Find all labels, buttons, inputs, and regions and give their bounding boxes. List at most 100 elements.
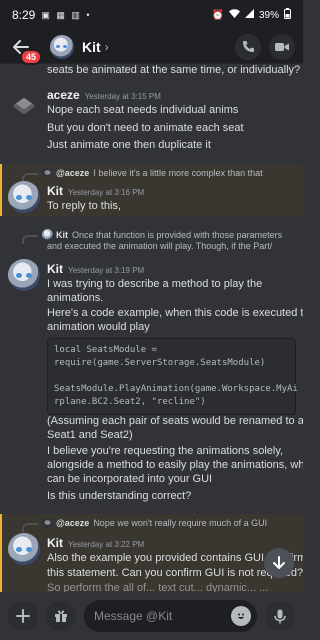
reply-author: Kit [56,229,68,240]
phone-icon [242,41,254,52]
video-call-button[interactable] [269,33,295,60]
reply-preview[interactable]: @aceze Nope we won't really require much… [22,517,267,528]
avatar [42,517,53,528]
message-timestamp: Yesterday at 3:22 PM [68,540,145,549]
message-text: Is this understanding correct? [47,490,192,502]
unread-badge: 45 [20,48,43,65]
gift-button[interactable] [46,601,76,631]
message-timestamp: Yesterday at 3:15 PM [84,92,161,101]
message-group-mention: @aceze Nope we won't really require much… [0,514,303,592]
cube-icon [43,519,52,526]
message-author[interactable]: Kit Yesterday at 3:16 PM [47,184,144,198]
message-text: To reply to this, [47,200,121,212]
avatar[interactable] [8,181,40,213]
message-input[interactable]: Message @Kit [84,600,257,632]
author-name[interactable]: Kit [47,536,63,550]
status-bar: 8:29 ▣ ▦ ▥ • ⏰ 39% [0,0,303,30]
message-author[interactable]: aceze Yesterday at 3:15 PM [47,88,161,102]
author-name[interactable]: Kit [47,262,63,276]
status-time: 8:29 [12,8,36,22]
reply-author: @aceze [56,167,90,178]
code-block[interactable]: local SeatsModule = require(game.ServerSt… [47,338,298,415]
signal-icon [244,9,254,21]
page-title[interactable]: Kit [82,39,101,55]
composer: Message @Kit [0,592,303,640]
avatar[interactable] [8,90,40,122]
arrow-down-icon [273,556,285,570]
alarm-icon: ⏰ [211,9,224,21]
avatar-eye [63,44,67,48]
back-button[interactable]: 45 [8,34,43,65]
voice-call-button[interactable] [235,33,261,60]
avatar [42,167,53,178]
message-text: can be incorporated into your GUI [47,473,213,485]
message-text: Here's a code example, when this code is… [47,307,303,319]
avatar[interactable] [8,259,40,291]
chevron-right-icon[interactable]: › [105,40,109,54]
message-text: Nope each seat needs individual anims [47,104,239,116]
reply-text: Nope we won't really require much of a G… [93,517,268,528]
chat-screen: 8:29 ▣ ▦ ▥ • ⏰ 39% 45 Kit › seats be ani… [0,0,303,640]
message-author[interactable]: Kit Yesterday at 3:22 PM [47,536,144,550]
message-text: I was trying to describe a method to pla… [47,278,263,290]
message-text: Seat1 and Seat2) [47,429,133,441]
message-timestamp: Yesterday at 3:16 PM [68,188,145,197]
battery-icon [284,8,291,22]
message-timestamp: Yesterday at 3:19 PM [68,266,145,275]
avatar-eye [16,547,22,552]
notification-icons: ▣ ▦ ▥ • [41,9,92,20]
message-text: seats be animated at the same time, or i… [47,64,301,76]
author-name[interactable]: aceze [47,88,80,102]
avatar-eye [16,273,22,278]
message-text: Just animate one then duplicate it [47,139,211,151]
avatar[interactable] [8,533,40,565]
message-text: animation would play [47,321,150,333]
reply-text: I believe it's a little more complex tha… [93,167,263,178]
avatar-eye [26,195,32,200]
status-right: ⏰ 39% [212,8,291,22]
plus-icon [16,609,30,623]
author-name[interactable]: Kit [47,184,63,198]
voice-message-button[interactable] [265,601,295,631]
code-line: local SeatsModule = [54,345,157,355]
wifi-icon [228,9,240,21]
avatar-eye [26,547,32,552]
message-input-placeholder: Message @Kit [94,609,173,623]
jump-to-present-button[interactable] [264,548,294,578]
emoji-icon[interactable] [231,606,251,626]
gift-icon [55,610,67,622]
attach-button[interactable] [8,601,38,631]
message-author[interactable]: Kit Yesterday at 3:19 PM [47,262,144,276]
avatar-eye [26,273,32,278]
message-group: Kit Once that function is provided with … [0,226,303,502]
avatar[interactable] [50,34,74,59]
header-actions [235,33,295,60]
avatar-eye [16,195,22,200]
reply-preview[interactable]: @aceze I believe it's a little more comp… [22,167,263,178]
cube-icon [43,169,52,176]
message-text: So perform the all of... text cut... dyn… [47,582,269,592]
microphone-icon [274,609,286,623]
message-list[interactable]: seats be animated at the same time, or i… [0,64,303,592]
reply-preview[interactable]: Kit Once that function is provided with … [22,229,282,240]
message-text: I believe you're requesting the animatio… [47,445,284,457]
avatar [42,229,53,240]
message-text: alongside a method to easily play the an… [47,459,303,471]
message-group-mention: @aceze I believe it's a little more comp… [0,164,303,216]
reply-text: and executed the animation will play. Th… [47,241,273,251]
code-line: SeatsModule.PlayAnimation(game.Workspace… [54,384,298,394]
video-camera-icon [275,42,289,51]
avatar-eye [56,44,60,48]
message-group: aceze Yesterday at 3:15 PM Nope each seat… [0,84,303,156]
battery-text: 39% [258,9,279,21]
dm-header: 45 Kit › [0,30,303,65]
cube-icon [12,97,36,115]
message-text: animations. [47,292,104,304]
message-text: But you don't need to animate each seat [47,122,244,134]
reply-author: @aceze [56,517,90,528]
code-line: rplane.BC2.Seat2, "recline") [54,397,206,407]
reply-text: Once that function is provided with thos… [72,229,283,240]
code-line: require(game.ServerStorage.SeatsModule) [54,358,266,368]
message-text: (Assuming each pair of seats would be re… [47,415,303,427]
